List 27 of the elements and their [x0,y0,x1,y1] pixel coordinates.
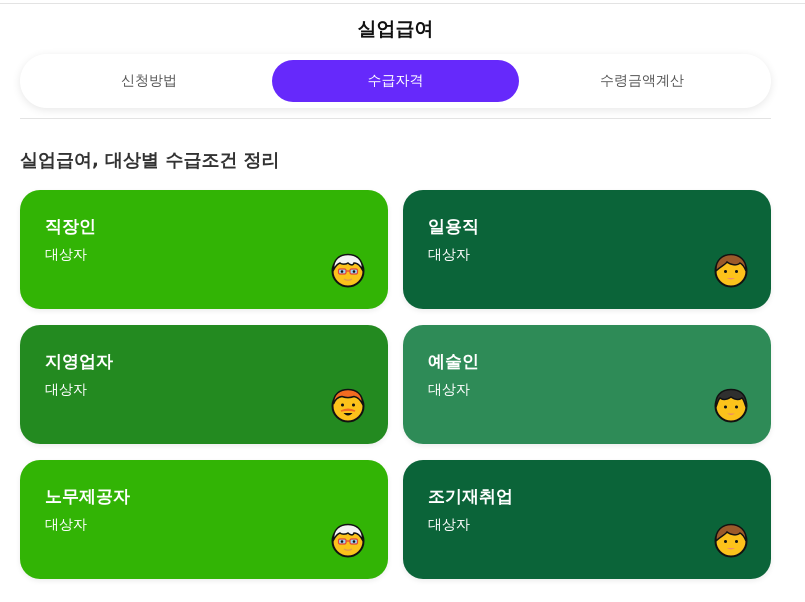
category-card[interactable]: 조기재취업 대상자 [403,460,771,579]
card-subtitle: 대상자 [45,246,88,265]
card-title: 예술인 [428,351,479,374]
card-title: 일용직 [428,216,479,239]
mustached-man-emoji-icon [330,387,366,423]
card-title: 조기재취업 [428,486,513,509]
card-title: 노무제공자 [45,486,130,509]
tab[interactable]: 신청방법 [26,60,272,102]
tab[interactable]: 수령금액계산 [518,60,765,102]
card-subtitle: 대상자 [45,516,88,535]
category-card[interactable]: 예술인 대상자 [403,325,771,444]
card-subtitle: 대상자 [428,516,471,535]
older-person-emoji-icon [330,522,366,558]
tab[interactable]: 수급자격 [272,60,519,102]
older-person-emoji-icon [330,252,366,288]
page-title: 실업급여 [358,17,434,42]
section-heading: 실업급여, 대상별 수급조건 정리 [20,149,281,173]
card-title: 직장인 [45,216,96,239]
card-subtitle: 대상자 [45,381,88,400]
card-title: 지영업자 [45,351,113,374]
category-card[interactable]: 일용직 대상자 [403,190,771,309]
boy-emoji-icon [713,387,749,423]
boy-emoji-icon [713,522,749,558]
card-subtitle: 대상자 [428,246,471,265]
category-card[interactable]: 지영업자 대상자 [20,325,388,444]
boy-emoji-icon [713,252,749,288]
card-subtitle: 대상자 [428,381,471,400]
